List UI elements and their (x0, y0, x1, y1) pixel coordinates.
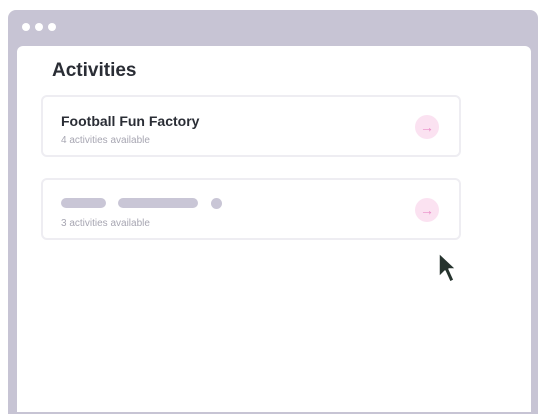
skeleton-placeholder (118, 198, 198, 208)
page-title: Activities (52, 60, 137, 81)
activity-count: 3 activities available (61, 218, 150, 229)
mouse-pointer-icon (438, 252, 457, 283)
activity-count: 4 activities available (61, 135, 150, 146)
skeleton-placeholder (211, 198, 222, 209)
skeleton-placeholder (61, 198, 106, 208)
arrow-right-icon[interactable]: → (415, 198, 439, 222)
arrow-right-icon[interactable]: → (415, 115, 439, 139)
window-dot-icon (48, 23, 56, 31)
activity-card[interactable]: Football Fun Factory 4 activities availa… (41, 95, 461, 157)
activity-name: Football Fun Factory (61, 113, 200, 129)
window-controls (22, 23, 56, 31)
window-dot-icon (35, 23, 43, 31)
activity-card-loading[interactable]: 3 activities available → (41, 178, 461, 240)
window-dot-icon (22, 23, 30, 31)
